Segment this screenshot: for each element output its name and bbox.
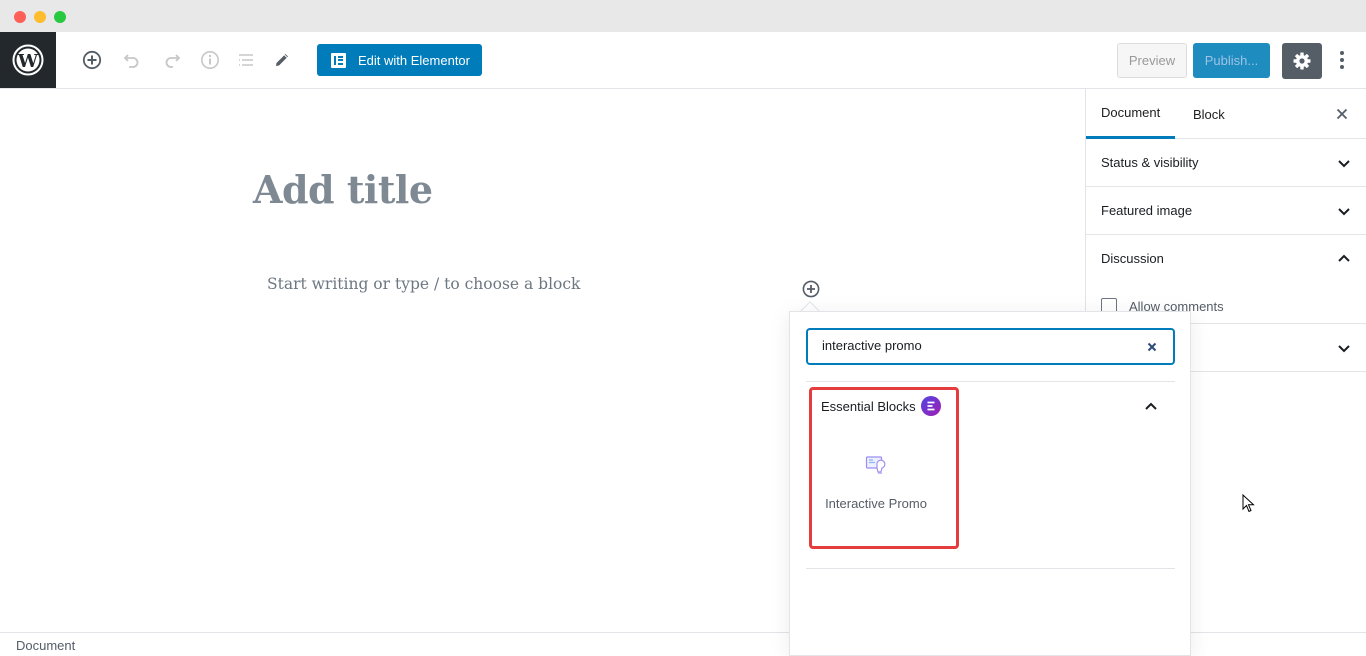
edit-with-elementor-button[interactable]: Edit with Elementor xyxy=(317,44,482,76)
undo-button[interactable] xyxy=(120,48,144,72)
wordpress-icon: W xyxy=(12,44,44,76)
close-icon xyxy=(1147,342,1157,352)
panel-featured-image[interactable]: Featured image xyxy=(1086,187,1366,235)
sidebar-tabs: Document Block xyxy=(1086,89,1366,139)
block-inserter-popover: Essential Blocks Interactive Promo xyxy=(789,311,1191,656)
window-minimize-button[interactable] xyxy=(34,11,46,23)
category-collapse-button[interactable] xyxy=(1144,400,1158,414)
edit-with-elementor-label: Edit with Elementor xyxy=(358,52,470,68)
block-item-label: Interactive Promo xyxy=(825,496,927,511)
wordpress-logo-button[interactable]: W xyxy=(0,32,56,88)
panel-title: Discussion xyxy=(1101,251,1164,266)
chevron-down-icon xyxy=(1338,160,1350,168)
content-info-button[interactable] xyxy=(198,48,222,72)
tools-button[interactable] xyxy=(270,48,294,72)
mouse-cursor-icon xyxy=(1242,494,1255,513)
edit-tools-icon xyxy=(276,54,288,66)
editor-header: W Edit with Elementor Preview Publish... xyxy=(0,32,1366,89)
undo-icon xyxy=(123,54,139,68)
post-title-input[interactable]: Add title xyxy=(253,167,433,212)
block-search-field[interactable] xyxy=(806,328,1175,365)
tab-document[interactable]: Document xyxy=(1086,89,1176,139)
clear-search-button[interactable] xyxy=(1145,340,1159,354)
preview-button[interactable]: Preview xyxy=(1117,43,1187,78)
chevron-down-icon xyxy=(1338,345,1350,353)
panel-title: Featured image xyxy=(1101,203,1193,218)
window-titlebar xyxy=(0,0,1366,32)
inline-inserter-toggle[interactable] xyxy=(802,280,820,298)
category-title: Essential Blocks xyxy=(821,399,916,414)
divider xyxy=(806,568,1175,569)
chevron-up-icon xyxy=(1338,254,1350,262)
elementor-icon xyxy=(331,52,346,68)
more-options-button[interactable] xyxy=(1332,48,1352,72)
settings-button[interactable] xyxy=(1282,43,1322,79)
block-navigation-icon xyxy=(239,54,253,66)
window-maximize-button[interactable] xyxy=(54,11,66,23)
tab-block[interactable]: Block xyxy=(1193,89,1225,139)
panel-status-visibility[interactable]: Status & visibility xyxy=(1086,139,1366,187)
divider xyxy=(806,381,1175,382)
add-block-icon xyxy=(82,50,102,70)
close-icon xyxy=(1336,108,1348,120)
default-block-appender[interactable]: Start writing or type / to choose a bloc… xyxy=(267,275,580,293)
breadcrumb-document[interactable]: Document xyxy=(16,638,75,653)
chevron-down-icon xyxy=(1338,208,1350,216)
window-close-button[interactable] xyxy=(14,11,26,23)
interactive-promo-icon xyxy=(865,456,886,474)
add-block-button[interactable] xyxy=(80,48,104,72)
panel-title: Status & visibility xyxy=(1101,155,1199,170)
essential-blocks-badge-icon xyxy=(921,396,941,416)
block-item-interactive-promo[interactable]: Interactive Promo xyxy=(818,442,934,532)
add-block-icon xyxy=(802,280,820,298)
redo-icon xyxy=(165,54,181,68)
svg-text:W: W xyxy=(17,51,39,72)
more-vertical-icon xyxy=(1340,51,1344,69)
block-search-input[interactable] xyxy=(822,338,1122,353)
info-icon xyxy=(201,51,219,69)
chevron-up-icon xyxy=(1145,402,1157,410)
close-sidebar-button[interactable] xyxy=(1334,106,1350,122)
block-navigation-button[interactable] xyxy=(234,48,258,72)
redo-button[interactable] xyxy=(160,48,184,72)
publish-button[interactable]: Publish... xyxy=(1193,43,1270,78)
gear-icon xyxy=(1293,52,1311,70)
